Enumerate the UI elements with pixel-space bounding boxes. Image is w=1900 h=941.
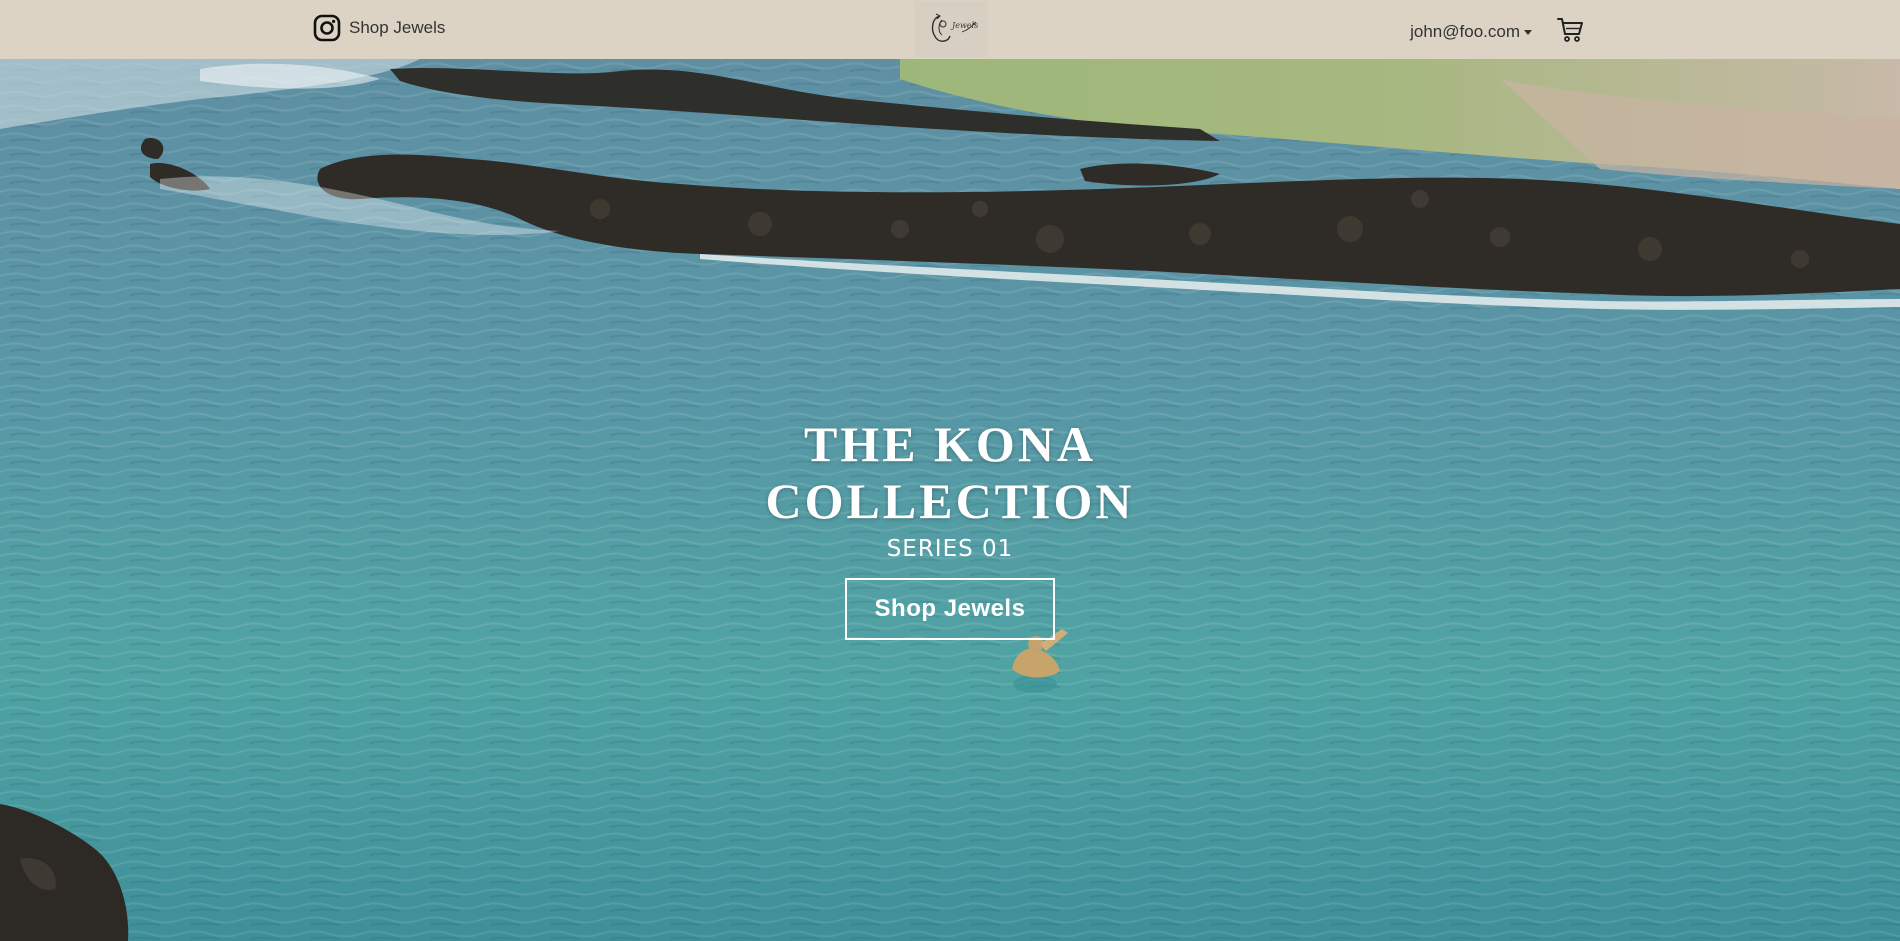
account-email[interactable]: john@foo.com — [1410, 22, 1520, 42]
hero-banner: THE KONA COLLECTION SERIES 01 Shop Jewel… — [0, 59, 1900, 941]
shop-jewels-nav-label[interactable]: Shop Jewels — [349, 18, 445, 38]
hero-title-line2: COLLECTION — [765, 473, 1135, 529]
account-dropdown[interactable]: john@foo.com — [1410, 22, 1532, 42]
hero-title: THE KONA COLLECTION — [0, 416, 1900, 530]
nav-right-group: john@foo.com — [1410, 15, 1584, 48]
instagram-shop-link[interactable]: Shop Jewels — [313, 14, 445, 42]
chevron-down-icon[interactable] — [1524, 30, 1532, 35]
shop-jewels-button[interactable]: Shop Jewels — [845, 578, 1055, 640]
hero-subtitle: SERIES 01 — [886, 536, 1014, 562]
instagram-icon[interactable] — [313, 14, 341, 42]
logo-wordmark: Jewels — [952, 21, 979, 30]
hero-title-line1: THE KONA — [803, 416, 1097, 472]
brand-logo[interactable]: Jewels — [915, 1, 988, 57]
top-navbar: Shop Jewels Jewels john@foo.com — [0, 0, 1900, 59]
hero-content: THE KONA COLLECTION SERIES 01 Shop Jewel… — [0, 416, 1900, 640]
cart-icon[interactable] — [1556, 15, 1584, 48]
